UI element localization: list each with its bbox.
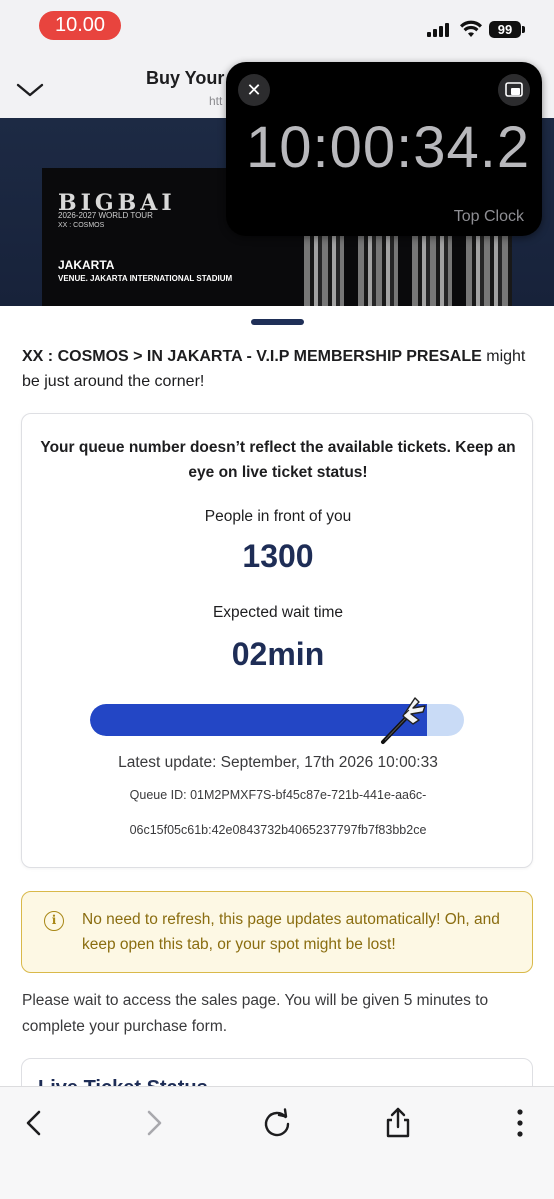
chevron-down-icon[interactable] <box>15 79 45 99</box>
poster-venue: VENUE. JAKARTA INTERNATIONAL STADIUM <box>58 274 233 283</box>
more-icon[interactable] <box>500 1103 540 1143</box>
queue-id-continued: 06c15f05c61b:42e0843732b4065237797fb7f83… <box>129 823 427 837</box>
floating-clock-panel[interactable]: ✕ 10:00:34.2 Top Clock <box>226 62 542 236</box>
reload-icon[interactable] <box>257 1103 297 1143</box>
battery-tip <box>522 26 525 33</box>
event-name: XX : COSMOS > IN JAKARTA - V.I.P MEMBERS… <box>22 348 482 365</box>
sheet-handle[interactable] <box>251 319 304 325</box>
back-icon[interactable] <box>14 1103 54 1143</box>
auto-update-alert: i No need to refresh, this page updates … <box>21 891 533 973</box>
queue-id: Queue ID: 01M2PMXF7S-bf45c87e-721b-441e-… <box>129 788 427 802</box>
status-bar: 10.00 99 <box>0 0 554 52</box>
queue-card: Your queue number doesn’t reflect the av… <box>21 413 533 868</box>
info-icon: i <box>44 911 64 931</box>
wait-time-label: Expected wait time <box>212 604 344 621</box>
battery-indicator: 99 <box>489 21 521 38</box>
poster-city: JAKARTA <box>58 258 115 272</box>
alert-text: No need to refresh, this page updates au… <box>82 911 500 953</box>
close-icon[interactable]: ✕ <box>238 74 270 106</box>
poster-artwork-gap <box>452 234 466 306</box>
queue-notice: Your queue number doesn’t reflect the av… <box>40 439 516 481</box>
poster-tour: 2026-2027 WORLD TOUR <box>58 211 153 220</box>
wait-time-value: 02min <box>231 636 325 672</box>
poster-artwork-gap <box>398 234 412 306</box>
lightstick-icon <box>381 697 426 744</box>
signal-icon <box>427 21 451 37</box>
wifi-icon <box>460 20 482 37</box>
people-ahead-label: People in front of you <box>204 508 352 525</box>
page-title: Buy Your I <box>146 68 235 88</box>
clock-label: Top Clock <box>453 208 524 225</box>
picture-in-picture-icon[interactable] <box>498 74 530 106</box>
status-time[interactable]: 10.00 <box>39 11 121 40</box>
poster-artwork-gap <box>344 234 358 306</box>
wait-info: Please wait to access the sales page. Yo… <box>22 992 489 1035</box>
people-ahead-count: 1300 <box>242 538 314 574</box>
browser-toolbar <box>0 1086 554 1199</box>
forward-icon[interactable] <box>134 1103 174 1143</box>
poster-subtitle: XX : COSMOS <box>58 222 105 229</box>
event-description: XX : COSMOS > IN JAKARTA - V.I.P MEMBERS… <box>22 344 534 394</box>
last-update: Latest update: September, 17th 2026 10:0… <box>118 754 438 771</box>
page-url: htt <box>209 94 223 108</box>
clock-time: 10:00:34.2 <box>246 115 531 180</box>
share-icon[interactable] <box>378 1103 418 1143</box>
